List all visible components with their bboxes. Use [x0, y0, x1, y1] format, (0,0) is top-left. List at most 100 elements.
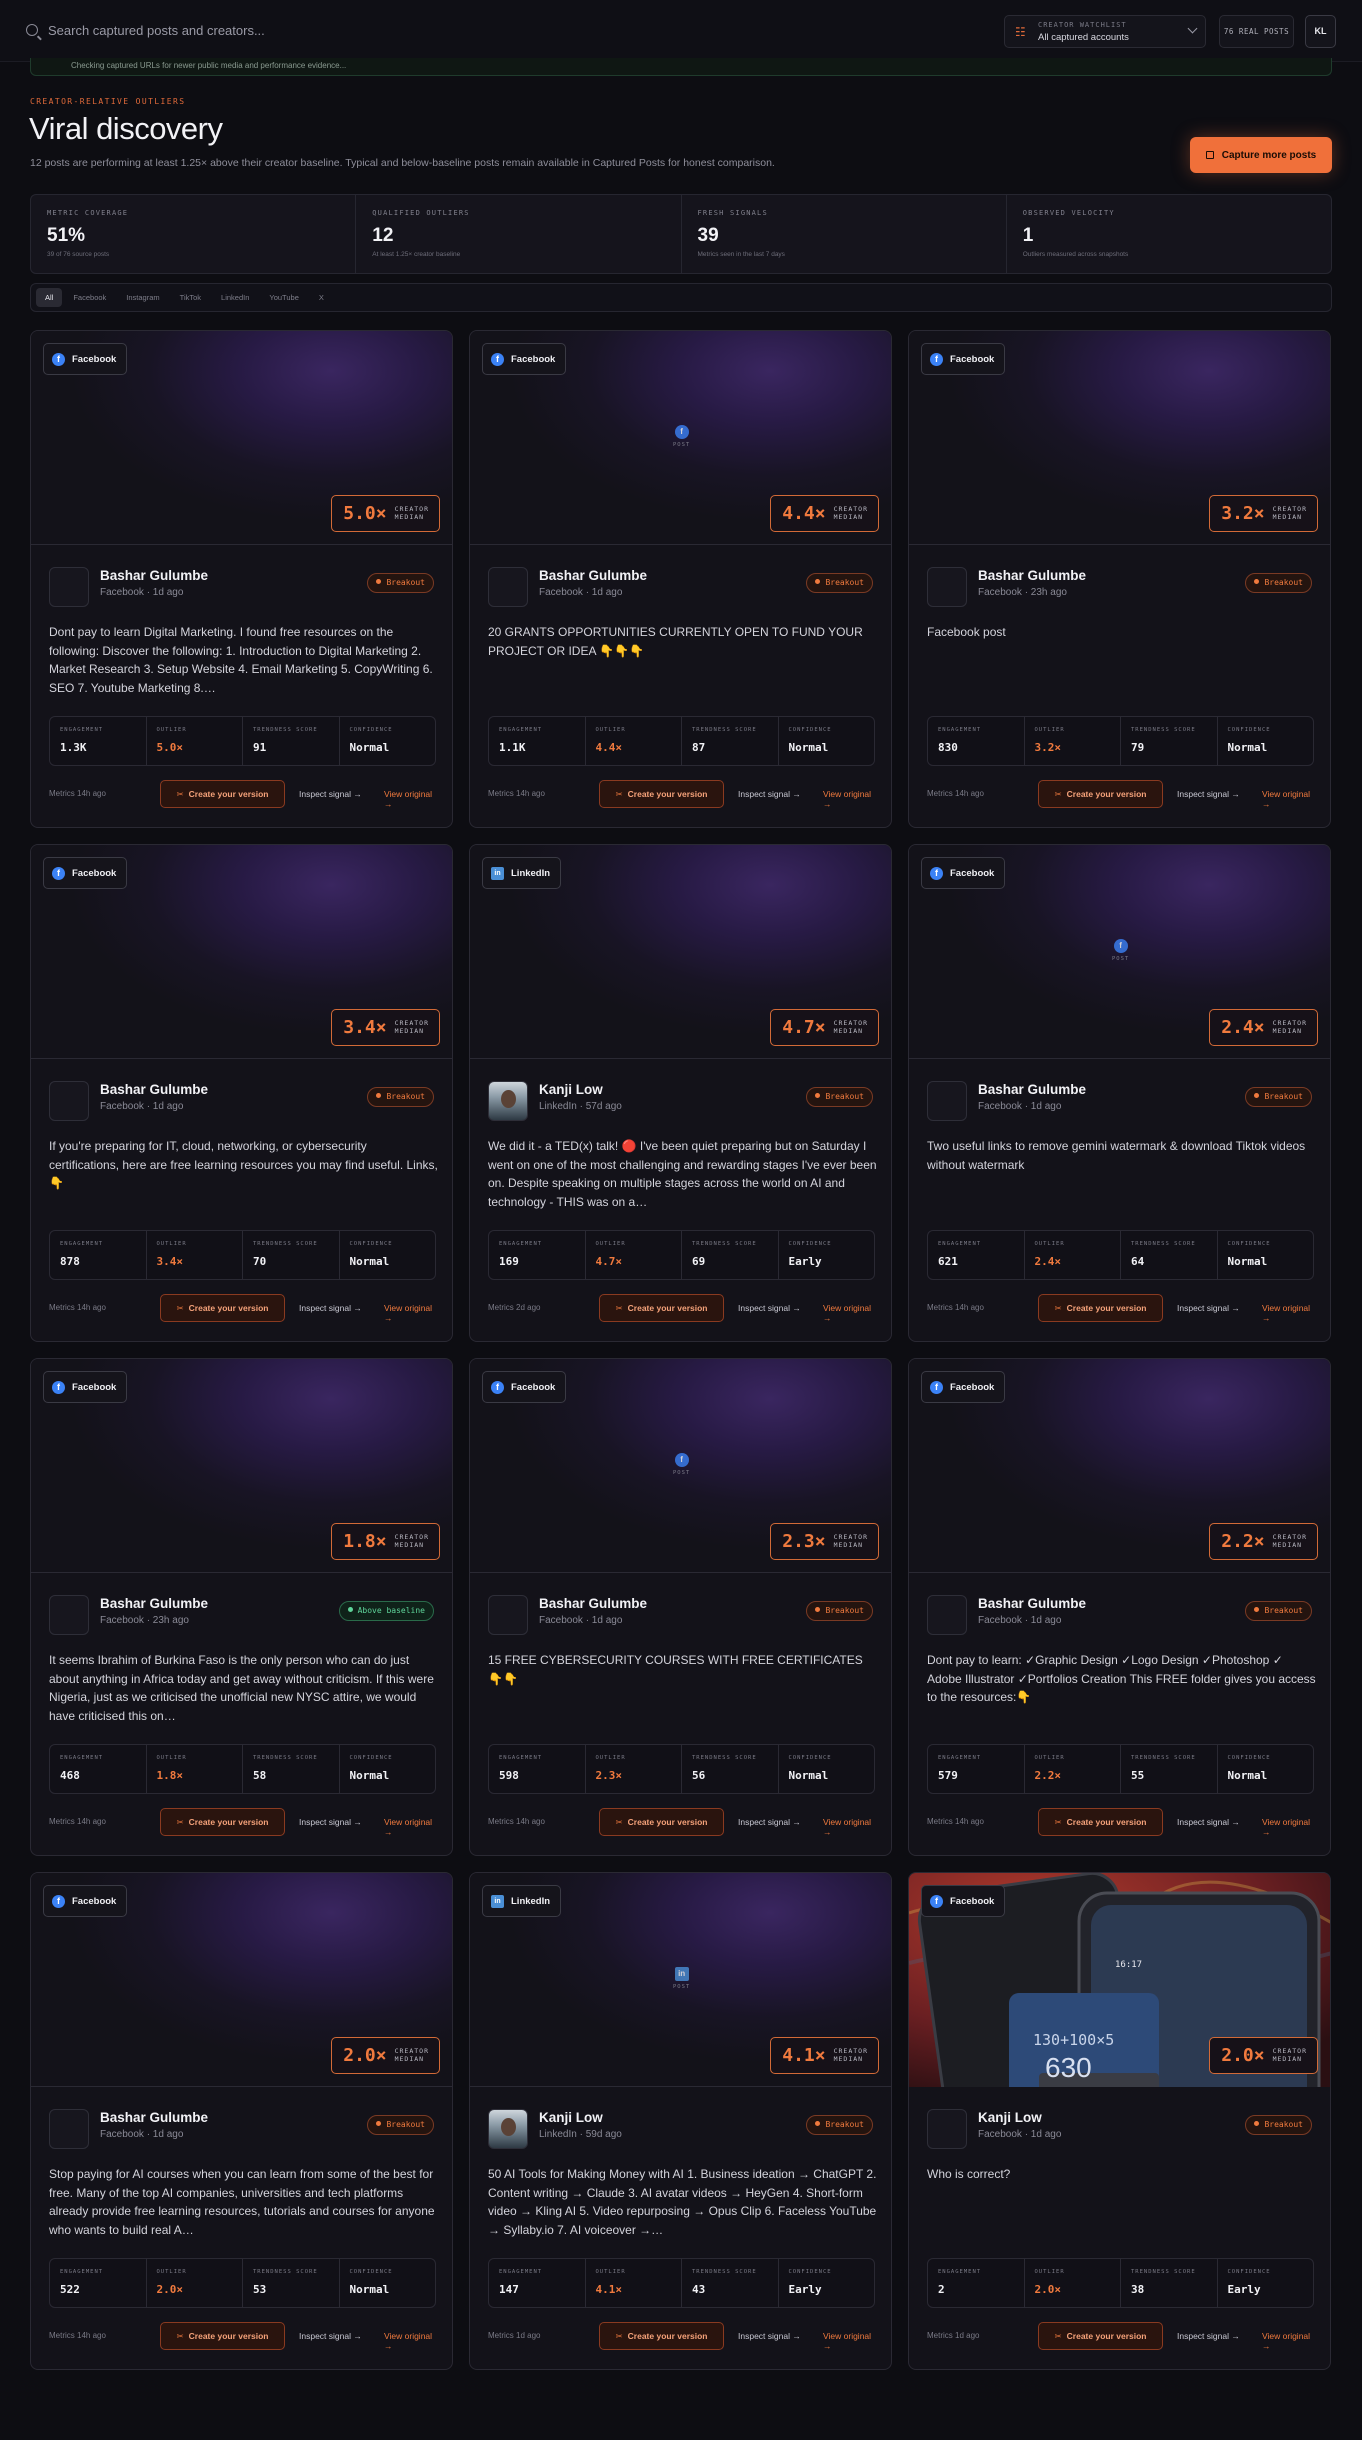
create-your-version-button[interactable]: ✂ Create your version	[160, 1294, 285, 1322]
post-media[interactable]: f Facebook 2.2× CREATOR MEDIAN	[909, 1359, 1330, 1573]
multiplier-label-bottom: MEDIAN	[394, 1026, 425, 1035]
author-name[interactable]: Bashar Gulumbe	[100, 568, 208, 583]
filter-linkedin[interactable]: LinkedIn	[212, 288, 258, 307]
create-your-version-button[interactable]: ✂ Create your version	[1038, 2322, 1163, 2350]
filter-tiktok[interactable]: TikTok	[171, 288, 210, 307]
filter-x[interactable]: X	[310, 288, 333, 307]
author-name[interactable]: Bashar Gulumbe	[539, 568, 647, 583]
author-name[interactable]: Bashar Gulumbe	[539, 1596, 647, 1611]
view-original-link[interactable]: View original →	[384, 2331, 439, 2351]
page-eyebrow: CREATOR-RELATIVE OUTLIERS	[30, 97, 186, 106]
author-name[interactable]: Kanji Low	[539, 2110, 603, 2125]
inspect-signal-link[interactable]: Inspect signal →	[738, 1817, 801, 1827]
post-media[interactable]: 16:17 130+100×5 630 f Facebook 2.0× CREATOR MED…	[909, 1873, 1330, 2087]
search-input[interactable]	[48, 20, 648, 40]
view-original-link[interactable]: View original →	[823, 2331, 878, 2351]
create-your-version-button[interactable]: ✂ Create your version	[599, 1294, 724, 1322]
outlier-card[interactable]: f Facebook 3.2× CREATOR MEDIAN Bashar Gulumbe…	[908, 330, 1331, 828]
inspect-signal-link[interactable]: Inspect signal →	[1177, 789, 1240, 799]
author-name[interactable]: Kanji Low	[539, 1082, 603, 1097]
view-original-link[interactable]: View original →	[1262, 789, 1317, 809]
real-posts-button[interactable]: 76 REAL POSTS	[1219, 15, 1294, 48]
create-your-version-button[interactable]: ✂ Create your version	[599, 1808, 724, 1836]
post-media[interactable]: f Facebook 5.0× CREATOR MEDIAN	[31, 331, 452, 545]
view-original-link[interactable]: View original →	[384, 789, 439, 809]
post-media[interactable]: f Facebook 3.4× CREATOR MEDIAN	[31, 845, 452, 1059]
filter-youtube[interactable]: YouTube	[260, 288, 307, 307]
post-media[interactable]: f Facebook 1.8× CREATOR MEDIAN	[31, 1359, 452, 1573]
author-avatar[interactable]	[488, 2109, 528, 2149]
multiplier-value: 2.0×	[343, 2045, 387, 2066]
author-avatar[interactable]	[49, 2109, 89, 2149]
create-your-version-button[interactable]: ✂ Create your version	[1038, 1294, 1163, 1322]
create-your-version-button[interactable]: ✂ Create your version	[1038, 780, 1163, 808]
inspect-signal-link[interactable]: Inspect signal →	[299, 789, 362, 799]
author-name[interactable]: Bashar Gulumbe	[978, 1596, 1086, 1611]
post-media[interactable]: f Facebook 2.0× CREATOR MEDIAN	[31, 1873, 452, 2087]
outlier-card[interactable]: f Facebook 2.2× CREATOR MEDIAN Bashar Gulumbe…	[908, 1358, 1331, 1856]
view-original-link[interactable]: View original →	[1262, 2331, 1317, 2351]
view-original-link[interactable]: View original →	[384, 1303, 439, 1323]
outlier-card[interactable]: in POST in LinkedIn 4.1× CREATOR MEDIAN Kanji L…	[469, 1872, 892, 2370]
author-name[interactable]: Kanji Low	[978, 2110, 1042, 2125]
author-avatar[interactable]	[49, 567, 89, 607]
author-avatar[interactable]	[927, 567, 967, 607]
inspect-signal-link[interactable]: Inspect signal →	[1177, 1817, 1240, 1827]
post-media[interactable]: f POST f Facebook 2.4× CREATOR MEDIAN	[909, 845, 1330, 1059]
author-avatar[interactable]	[488, 1595, 528, 1635]
filter-instagram[interactable]: Instagram	[117, 288, 168, 307]
inspect-signal-link[interactable]: Inspect signal →	[299, 2331, 362, 2341]
outlier-card[interactable]: f POST f Facebook 2.4× CREATOR MEDIAN Bashar Gu…	[908, 844, 1331, 1342]
create-your-version-button[interactable]: ✂ Create your version	[160, 780, 285, 808]
inspect-signal-link[interactable]: Inspect signal →	[299, 1817, 362, 1827]
user-avatar[interactable]: KL	[1305, 15, 1336, 48]
author-name[interactable]: Bashar Gulumbe	[100, 1596, 208, 1611]
create-your-version-button[interactable]: ✂ Create your version	[160, 1808, 285, 1836]
view-original-link[interactable]: View original →	[384, 1817, 439, 1837]
author-avatar[interactable]	[49, 1081, 89, 1121]
create-your-version-button[interactable]: ✂ Create your version	[160, 2322, 285, 2350]
filter-facebook[interactable]: Facebook	[64, 288, 115, 307]
outlier-card[interactable]: f Facebook 5.0× CREATOR MEDIAN Bashar Gulumbe…	[30, 330, 453, 828]
outlier-card[interactable]: f POST f Facebook 2.3× CREATOR MEDIAN Bashar Gu…	[469, 1358, 892, 1856]
view-original-link[interactable]: View original →	[1262, 1303, 1317, 1323]
outlier-card[interactable]: in LinkedIn 4.7× CREATOR MEDIAN Kanji Low Link…	[469, 844, 892, 1342]
outlier-card[interactable]: f Facebook 2.0× CREATOR MEDIAN Bashar Gulumbe…	[30, 1872, 453, 2370]
post-media[interactable]: f POST f Facebook 2.3× CREATOR MEDIAN	[470, 1359, 891, 1573]
author-avatar[interactable]	[927, 2109, 967, 2149]
inspect-signal-link[interactable]: Inspect signal →	[299, 1303, 362, 1313]
inspect-signal-link[interactable]: Inspect signal →	[738, 789, 801, 799]
outlier-card[interactable]: f POST f Facebook 4.4× CREATOR MEDIAN Bashar Gu…	[469, 330, 892, 828]
create-your-version-button[interactable]: ✂ Create your version	[599, 780, 724, 808]
multiplier-label-bottom: MEDIAN	[394, 2054, 425, 2063]
author-avatar[interactable]	[927, 1595, 967, 1635]
author-avatar[interactable]	[49, 1595, 89, 1635]
create-your-version-button[interactable]: ✂ Create your version	[599, 2322, 724, 2350]
view-original-link[interactable]: View original →	[1262, 1817, 1317, 1837]
filter-all[interactable]: All	[36, 288, 63, 307]
create-your-version-button[interactable]: ✂ Create your version	[1038, 1808, 1163, 1836]
outlier-card[interactable]: 16:17 130+100×5 630 f Facebook 2.0× CREATOR MED…	[908, 1872, 1331, 2370]
author-name[interactable]: Bashar Gulumbe	[100, 1082, 208, 1097]
post-media[interactable]: in POST in LinkedIn 4.1× CREATOR MEDIAN	[470, 1873, 891, 2087]
author-name[interactable]: Bashar Gulumbe	[978, 568, 1086, 583]
view-original-link[interactable]: View original →	[823, 1303, 878, 1323]
inspect-signal-link[interactable]: Inspect signal →	[738, 2331, 801, 2341]
view-original-link[interactable]: View original →	[823, 1817, 878, 1837]
author-name[interactable]: Bashar Gulumbe	[978, 1082, 1086, 1097]
outlier-card[interactable]: f Facebook 3.4× CREATOR MEDIAN Bashar Gulumbe…	[30, 844, 453, 1342]
post-media[interactable]: f Facebook 3.2× CREATOR MEDIAN	[909, 331, 1330, 545]
outlier-card[interactable]: f Facebook 1.8× CREATOR MEDIAN Bashar Gulumbe…	[30, 1358, 453, 1856]
post-media[interactable]: in LinkedIn 4.7× CREATOR MEDIAN	[470, 845, 891, 1059]
capture-more-posts-button[interactable]: Capture more posts	[1190, 137, 1332, 173]
inspect-signal-link[interactable]: Inspect signal →	[1177, 2331, 1240, 2341]
author-avatar[interactable]	[927, 1081, 967, 1121]
post-media[interactable]: f POST f Facebook 4.4× CREATOR MEDIAN	[470, 331, 891, 545]
inspect-signal-link[interactable]: Inspect signal →	[1177, 1303, 1240, 1313]
creator-watchlist-select[interactable]: ☷ CREATOR WATCHLIST All captured account…	[1004, 15, 1206, 48]
inspect-signal-link[interactable]: Inspect signal →	[738, 1303, 801, 1313]
author-avatar[interactable]	[488, 1081, 528, 1121]
author-name[interactable]: Bashar Gulumbe	[100, 2110, 208, 2125]
view-original-link[interactable]: View original →	[823, 789, 878, 809]
author-avatar[interactable]	[488, 567, 528, 607]
